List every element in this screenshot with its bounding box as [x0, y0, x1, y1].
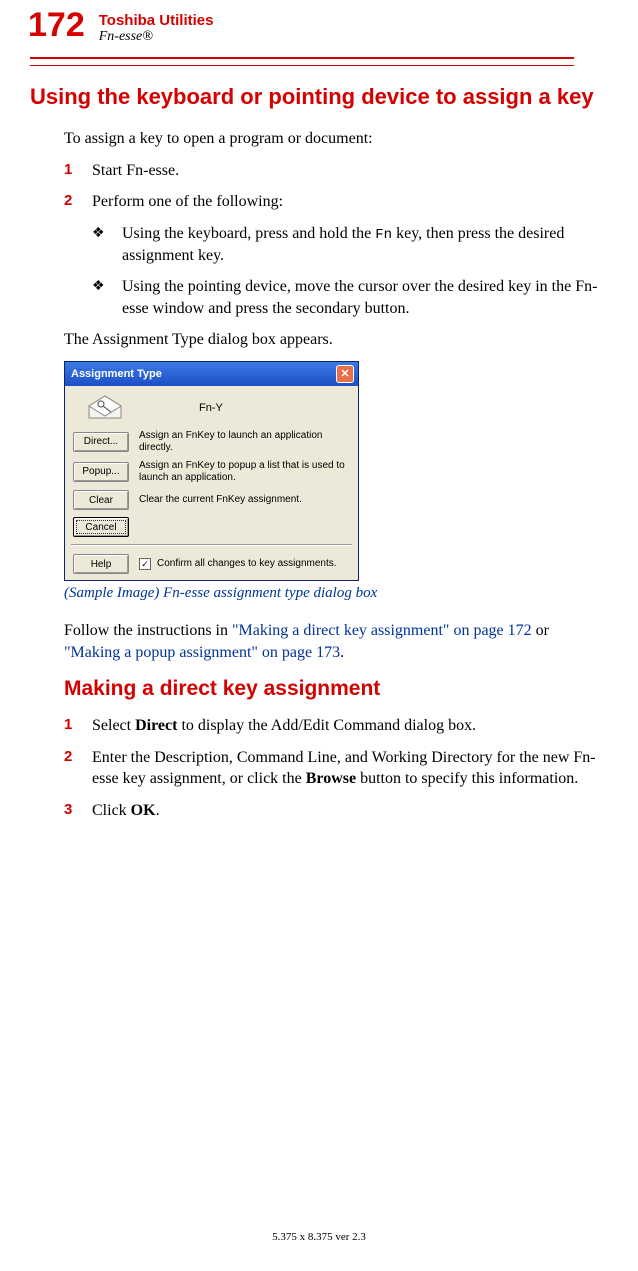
bullet-icon: ❖ [92, 276, 122, 319]
dialog-titlebar: Assignment Type ✕ [65, 362, 358, 386]
confirm-checkbox[interactable]: ✓ [139, 558, 151, 570]
bullet-icon: ❖ [92, 223, 122, 266]
step-number: 2 [64, 191, 92, 213]
step-text: Perform one of the following: [92, 191, 283, 213]
popup-desc: Assign an FnKey to popup a list that is … [139, 460, 352, 483]
header-rule-thick [30, 57, 574, 59]
help-button[interactable]: Help [73, 554, 129, 574]
intro-text: To assign a key to open a program or doc… [64, 128, 598, 150]
confirm-label: Confirm all changes to key assignments. [157, 558, 337, 570]
step-text: Click OK. [92, 800, 160, 822]
assignment-type-dialog: Assignment Type ✕ Fn-Y [64, 361, 359, 581]
header-subtitle: Fn-esse® [99, 29, 214, 45]
link-direct-assignment[interactable]: "Making a direct key assignment" on page… [232, 622, 532, 639]
dialog-title: Assignment Type [71, 368, 162, 380]
follow-text: Follow the instructions in "Making a dir… [64, 620, 598, 663]
clear-desc: Clear the current FnKey assignment. [139, 494, 302, 506]
dialog-divider [71, 544, 352, 546]
bullet-1: ❖ Using the keyboard, press and hold the… [92, 223, 598, 266]
step-b1: 1 Select Direct to display the Add/Edit … [64, 715, 598, 737]
clear-button[interactable]: Clear [73, 490, 129, 510]
section-title: Using the keyboard or pointing device to… [30, 84, 598, 110]
step-2: 2 Perform one of the following: [64, 191, 598, 213]
fn-key-label: Fn-Y [199, 402, 223, 414]
step-b3: 3 Click OK. [64, 800, 598, 822]
step-b2: 2 Enter the Description, Command Line, a… [64, 747, 598, 790]
key-icon [81, 392, 129, 424]
page-header: 172 Toshiba Utilities Fn-esse® [0, 0, 638, 45]
step-text: Enter the Description, Command Line, and… [92, 747, 598, 790]
header-rule-thin [30, 65, 574, 66]
dialog-intro: The Assignment Type dialog box appears. [64, 329, 598, 351]
bullet-text: Using the pointing device, move the curs… [122, 276, 598, 319]
image-caption: (Sample Image) Fn-esse assignment type d… [64, 585, 598, 602]
direct-button[interactable]: Direct... [73, 432, 129, 452]
step-text: Select Direct to display the Add/Edit Co… [92, 715, 476, 737]
header-title: Toshiba Utilities [99, 12, 214, 29]
step-1: 1 Start Fn-esse. [64, 160, 598, 182]
step-text: Start Fn-esse. [92, 160, 179, 182]
link-popup-assignment[interactable]: "Making a popup assignment" on page 173 [64, 644, 340, 661]
subsection-title: Making a direct key assignment [64, 677, 598, 701]
step-number: 1 [64, 160, 92, 182]
step-number: 2 [64, 747, 92, 790]
close-icon[interactable]: ✕ [336, 365, 354, 383]
bullet-2: ❖ Using the pointing device, move the cu… [92, 276, 598, 319]
cancel-button[interactable]: Cancel [73, 517, 129, 537]
page-number: 172 [0, 8, 99, 42]
step-number: 3 [64, 800, 92, 822]
step-number: 1 [64, 715, 92, 737]
popup-button[interactable]: Popup... [73, 462, 129, 482]
direct-desc: Assign an FnKey to launch an application… [139, 430, 352, 453]
bullet-text: Using the keyboard, press and hold the F… [122, 223, 598, 266]
footer-text: 5.375 x 8.375 ver 2.3 [0, 1231, 638, 1243]
